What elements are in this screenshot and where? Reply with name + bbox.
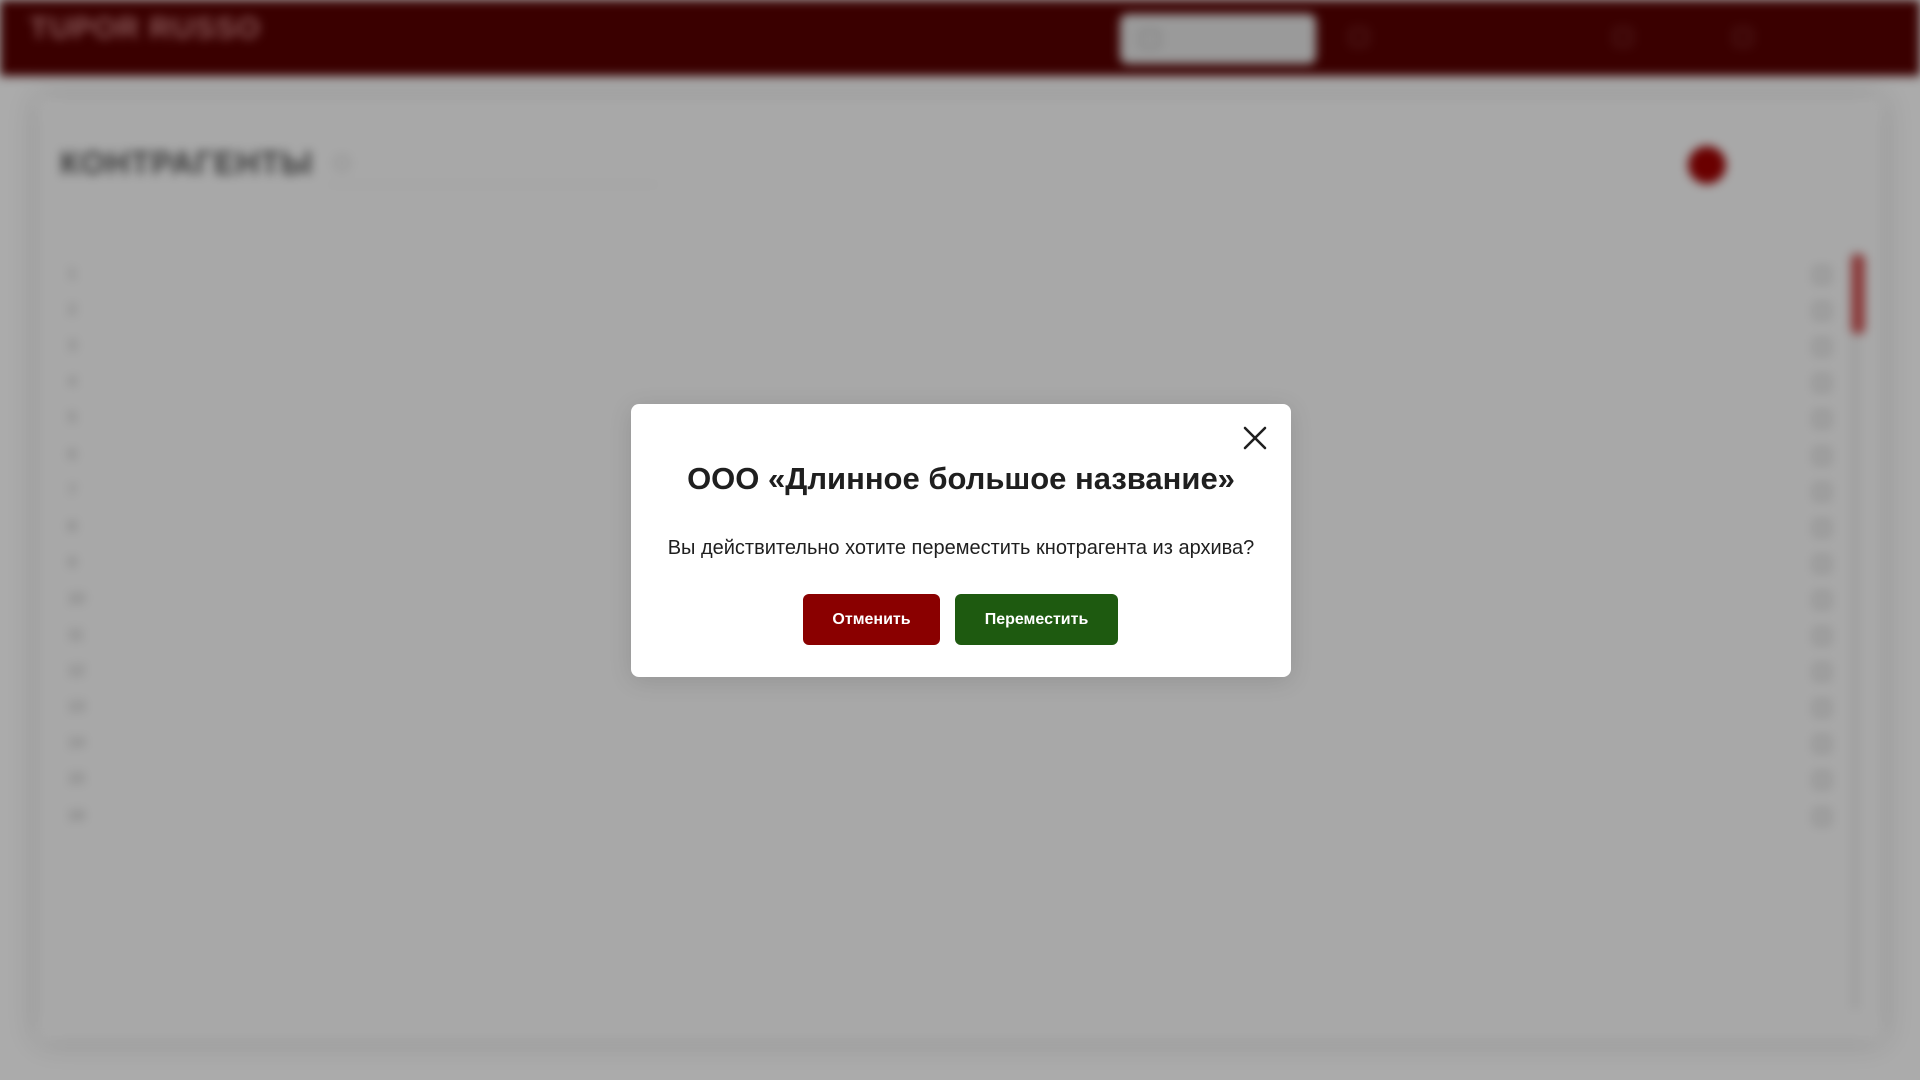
row-number: 1 bbox=[68, 265, 77, 282]
row-number: 10 bbox=[68, 589, 85, 607]
page-title: КОНТРАГЕНТЫ bbox=[60, 145, 314, 181]
row-number: 5 bbox=[68, 409, 77, 427]
row-number: 9 bbox=[68, 553, 77, 571]
archive-icon bbox=[1140, 30, 1160, 48]
row-action-icon[interactable] bbox=[1814, 375, 1830, 392]
move-button[interactable]: Переместить bbox=[955, 594, 1118, 645]
row-number: 7 bbox=[68, 481, 77, 499]
toggle-knob bbox=[1688, 146, 1726, 184]
row-number: 8 bbox=[68, 517, 77, 535]
cancel-button[interactable]: Отменить bbox=[803, 594, 940, 645]
logout-icon bbox=[1734, 28, 1752, 46]
row-action-icon[interactable] bbox=[1814, 447, 1830, 464]
row-action-icon[interactable] bbox=[1814, 808, 1830, 825]
search-input[interactable] bbox=[328, 143, 658, 185]
table-row[interactable]: 16 bbox=[60, 799, 1850, 835]
row-number: 2 bbox=[68, 301, 77, 319]
row-number: 13 bbox=[68, 698, 85, 716]
user-icon bbox=[1350, 28, 1368, 46]
logo: TUPOR RUSSO bbox=[30, 12, 262, 45]
table-row[interactable]: 2 bbox=[60, 293, 1850, 329]
row-number: 16 bbox=[68, 806, 85, 824]
scrollbar-track[interactable] bbox=[1851, 250, 1859, 1010]
row-number: 12 bbox=[68, 662, 85, 680]
row-action-icon[interactable] bbox=[1814, 519, 1830, 536]
table-row[interactable]: 13 bbox=[60, 690, 1850, 726]
scrollbar-thumb[interactable] bbox=[1851, 254, 1865, 334]
row-action-icon[interactable] bbox=[1814, 628, 1830, 644]
dialog-message: Вы действительно хотите переместить кнот… bbox=[667, 537, 1255, 559]
top-bar: TUPOR RUSSO bbox=[0, 0, 1920, 76]
row-action-icon[interactable] bbox=[1814, 736, 1830, 753]
row-action-icon[interactable] bbox=[1814, 411, 1830, 428]
row-action-icon[interactable] bbox=[1814, 555, 1830, 572]
row-number: 3 bbox=[68, 337, 77, 355]
row-action-icon[interactable] bbox=[1814, 700, 1830, 717]
table-row[interactable]: 3 bbox=[60, 329, 1850, 365]
close-button[interactable] bbox=[1240, 423, 1270, 453]
list-icon bbox=[1614, 28, 1632, 46]
archive-button[interactable] bbox=[1120, 14, 1316, 64]
row-number: 14 bbox=[68, 734, 85, 752]
confirm-dialog: ООО «Длинное большое название» Вы действ… bbox=[631, 404, 1291, 677]
row-action-icon[interactable] bbox=[1814, 339, 1830, 356]
table-row[interactable]: 15 bbox=[60, 762, 1850, 798]
table-row[interactable]: 1 bbox=[60, 257, 1850, 293]
row-action-icon[interactable] bbox=[1814, 483, 1830, 500]
row-action-icon[interactable] bbox=[1814, 591, 1830, 608]
search-icon bbox=[334, 155, 350, 171]
row-action-icon[interactable] bbox=[1814, 303, 1830, 320]
row-action-icon[interactable] bbox=[1814, 772, 1830, 789]
archive-toggle[interactable] bbox=[1688, 146, 1732, 184]
close-icon bbox=[1243, 426, 1267, 450]
row-action-icon[interactable] bbox=[1814, 664, 1830, 681]
row-number: 6 bbox=[68, 445, 77, 463]
table-row[interactable]: 14 bbox=[60, 726, 1850, 762]
row-number: 15 bbox=[68, 770, 85, 788]
table-row[interactable]: 4 bbox=[60, 365, 1850, 401]
row-number: 4 bbox=[68, 373, 77, 391]
dialog-title: ООО «Длинное большое название» bbox=[687, 461, 1235, 496]
row-action-icon[interactable] bbox=[1814, 267, 1830, 283]
row-number: 11 bbox=[68, 626, 84, 643]
